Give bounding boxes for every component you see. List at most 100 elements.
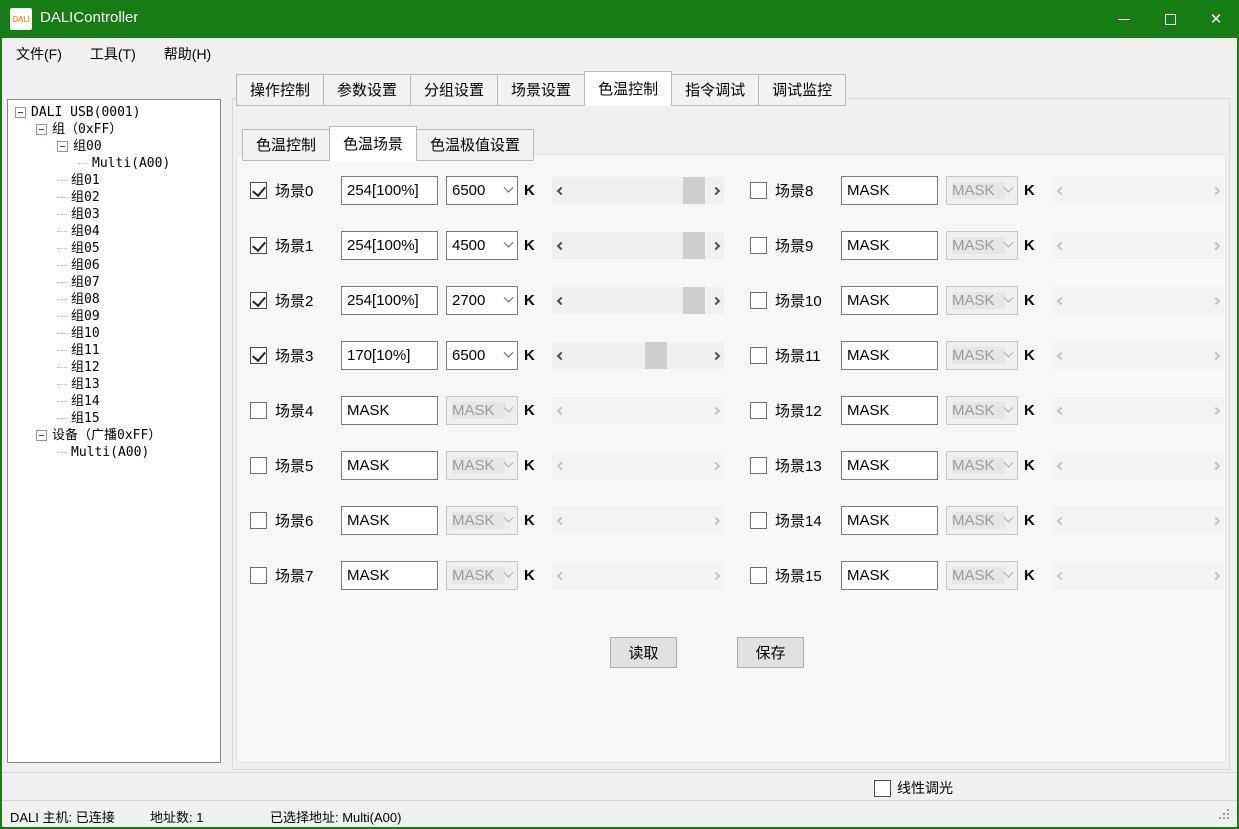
scene-temp-dropdown[interactable]: 2700 <box>446 286 518 315</box>
tree-item[interactable]: 组15 <box>8 410 220 427</box>
scroll-left-button[interactable] <box>552 287 569 314</box>
scene-temp-dropdown[interactable]: MASK <box>446 451 518 480</box>
scene-temp-scrollbar[interactable] <box>1052 397 1224 424</box>
scene-level-input[interactable] <box>341 176 438 205</box>
scroll-left-button[interactable] <box>1052 287 1069 314</box>
tree-item[interactable]: DALI USB(0001) <box>8 104 220 121</box>
scene-temp-scrollbar[interactable] <box>1052 452 1224 479</box>
scroll-right-button[interactable] <box>1207 287 1224 314</box>
scroll-left-button[interactable] <box>552 397 569 424</box>
scene-enable-checkbox[interactable] <box>750 347 767 364</box>
main-tab-2[interactable]: 分组设置 <box>410 74 498 106</box>
scroll-right-button[interactable] <box>707 342 724 369</box>
tree-item[interactable]: 组02 <box>8 189 220 206</box>
scroll-right-button[interactable] <box>707 287 724 314</box>
main-tab-1[interactable]: 参数设置 <box>323 74 411 106</box>
tree-item[interactable]: 组06 <box>8 257 220 274</box>
scene-temp-scrollbar[interactable] <box>552 397 724 424</box>
tree-collapse-icon[interactable] <box>15 107 26 118</box>
main-tab-6[interactable]: 调试监控 <box>758 74 846 106</box>
scene-level-input[interactable] <box>841 561 938 590</box>
scrollbar-thumb[interactable] <box>683 287 705 314</box>
scroll-left-button[interactable] <box>552 342 569 369</box>
read-button[interactable]: 读取 <box>610 637 677 668</box>
scroll-right-button[interactable] <box>1207 342 1224 369</box>
scroll-right-button[interactable] <box>707 562 724 589</box>
scene-temp-dropdown[interactable]: MASK <box>946 176 1018 205</box>
tree-item[interactable]: 组（0xFF） <box>8 121 220 138</box>
tree-item[interactable]: 组03 <box>8 206 220 223</box>
scene-enable-checkbox[interactable] <box>750 292 767 309</box>
tree-item[interactable]: 组13 <box>8 376 220 393</box>
scroll-left-button[interactable] <box>1052 177 1069 204</box>
tree-item[interactable]: 组12 <box>8 359 220 376</box>
menu-item-1[interactable]: 工具(T) <box>76 38 150 68</box>
scene-temp-scrollbar[interactable] <box>552 562 724 589</box>
tree-collapse-icon[interactable] <box>36 430 47 441</box>
tree-item[interactable]: 组04 <box>8 223 220 240</box>
scene-temp-scrollbar[interactable] <box>1052 507 1224 534</box>
linear-dimming-checkbox[interactable] <box>874 780 891 797</box>
main-tab-3[interactable]: 场景设置 <box>497 74 585 106</box>
scene-temp-scrollbar[interactable] <box>552 287 724 314</box>
scene-temp-scrollbar[interactable] <box>1052 562 1224 589</box>
scene-temp-dropdown[interactable]: MASK <box>946 396 1018 425</box>
scene-level-input[interactable] <box>341 506 438 535</box>
scene-enable-checkbox[interactable] <box>750 512 767 529</box>
tree-item[interactable]: 组14 <box>8 393 220 410</box>
scene-temp-scrollbar[interactable] <box>552 342 724 369</box>
scene-temp-scrollbar[interactable] <box>1052 287 1224 314</box>
scene-level-input[interactable] <box>841 231 938 260</box>
tree-item[interactable]: 组05 <box>8 240 220 257</box>
scene-enable-checkbox[interactable] <box>750 402 767 419</box>
scene-temp-scrollbar[interactable] <box>1052 232 1224 259</box>
main-tab-5[interactable]: 指令调试 <box>671 74 759 106</box>
tree-item[interactable]: 组09 <box>8 308 220 325</box>
scene-enable-checkbox[interactable] <box>250 237 267 254</box>
minimize-button[interactable] <box>1101 0 1147 38</box>
scene-enable-checkbox[interactable] <box>250 182 267 199</box>
scroll-right-button[interactable] <box>707 452 724 479</box>
device-tree-panel[interactable]: DALI USB(0001)组（0xFF）组00Multi(A00)组01组02… <box>7 99 221 763</box>
scroll-left-button[interactable] <box>552 562 569 589</box>
scene-level-input[interactable] <box>341 341 438 370</box>
scene-temp-dropdown[interactable]: 4500 <box>446 231 518 260</box>
scene-temp-dropdown[interactable]: MASK <box>946 506 1018 535</box>
scene-temp-dropdown[interactable]: MASK <box>446 396 518 425</box>
scroll-left-button[interactable] <box>552 232 569 259</box>
scrollbar-thumb[interactable] <box>683 177 705 204</box>
tree-item[interactable]: 设备（广播0xFF） <box>8 427 220 444</box>
tree-item[interactable]: Multi(A00) <box>8 155 220 172</box>
tree-item[interactable]: 组07 <box>8 274 220 291</box>
scene-temp-dropdown[interactable]: MASK <box>946 341 1018 370</box>
scene-enable-checkbox[interactable] <box>750 182 767 199</box>
tree-collapse-icon[interactable] <box>57 141 68 152</box>
scene-temp-scrollbar[interactable] <box>552 452 724 479</box>
scrollbar-thumb[interactable] <box>683 232 705 259</box>
scene-enable-checkbox[interactable] <box>750 567 767 584</box>
scene-level-input[interactable] <box>341 396 438 425</box>
scene-level-input[interactable] <box>841 176 938 205</box>
scene-level-input[interactable] <box>341 231 438 260</box>
scene-level-input[interactable] <box>341 561 438 590</box>
scroll-right-button[interactable] <box>1207 562 1224 589</box>
sub-tab-2[interactable]: 色温极值设置 <box>416 129 534 161</box>
main-tab-0[interactable]: 操作控制 <box>236 74 324 106</box>
scroll-left-button[interactable] <box>1052 507 1069 534</box>
scene-temp-dropdown[interactable]: MASK <box>446 561 518 590</box>
scene-temp-scrollbar[interactable] <box>1052 177 1224 204</box>
scroll-left-button[interactable] <box>1052 342 1069 369</box>
menu-item-0[interactable]: 文件(F) <box>2 38 76 68</box>
tree-collapse-icon[interactable] <box>36 124 47 135</box>
scene-temp-dropdown[interactable]: 6500 <box>446 341 518 370</box>
scroll-right-button[interactable] <box>1207 177 1224 204</box>
scene-enable-checkbox[interactable] <box>750 457 767 474</box>
tree-item[interactable]: Multi(A00) <box>8 444 220 461</box>
scene-temp-dropdown[interactable]: 6500 <box>446 176 518 205</box>
scroll-right-button[interactable] <box>707 507 724 534</box>
scene-enable-checkbox[interactable] <box>250 402 267 419</box>
scroll-left-button[interactable] <box>1052 562 1069 589</box>
scroll-right-button[interactable] <box>707 232 724 259</box>
scrollbar-thumb[interactable] <box>645 342 667 369</box>
scroll-left-button[interactable] <box>552 452 569 479</box>
